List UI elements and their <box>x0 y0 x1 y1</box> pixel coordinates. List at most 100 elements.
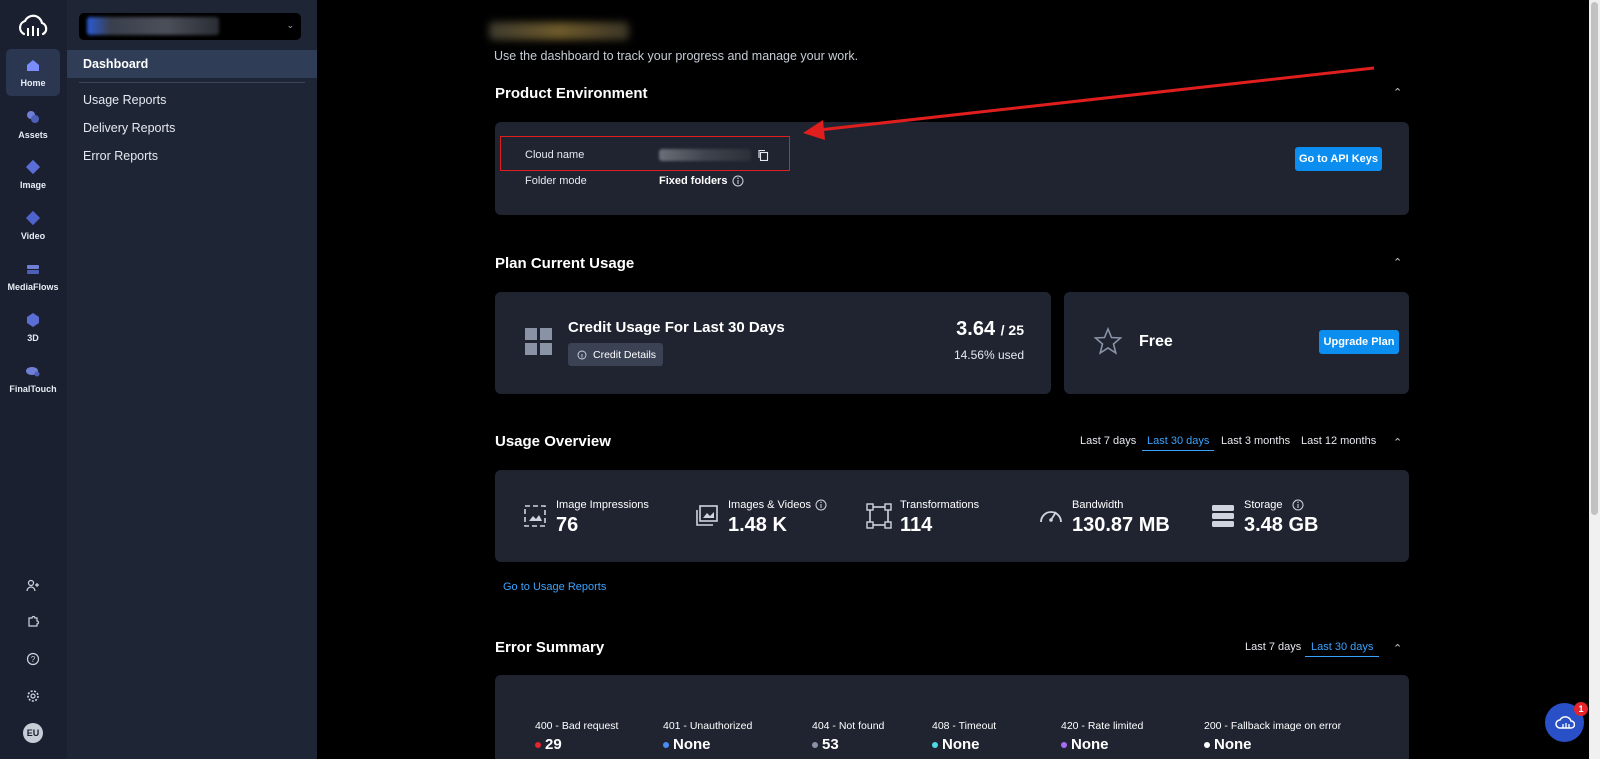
error-label: 401 - Unauthorized <box>663 720 753 732</box>
range-tab-30-days[interactable]: Last 30 days <box>1305 641 1380 657</box>
collapse-chevron-icon[interactable]: ⌃ <box>1393 642 1402 655</box>
sidebar-item-dashboard[interactable]: Dashboard <box>67 50 317 78</box>
credit-details-button[interactable]: Credit Details <box>568 343 663 366</box>
usage-overview-card: Image Impressions 76 Images & Videos 1.4… <box>495 470 1409 562</box>
range-tab-7-days[interactable]: Last 7 days <box>1080 435 1136 450</box>
rail-item-label: Video <box>20 231 46 241</box>
info-icon <box>577 350 587 359</box>
cloud-chat-icon <box>1554 715 1575 729</box>
collapse-chevron-icon[interactable]: ⌃ <box>1393 86 1402 99</box>
sidebar-item-usage-reports[interactable]: Usage Reports <box>83 93 166 107</box>
error-label: 400 - Bad request <box>535 720 619 732</box>
error-item-408: 408 - Timeout None <box>932 720 996 753</box>
info-icon[interactable] <box>732 175 744 187</box>
status-dot <box>663 741 669 748</box>
page-scrollbar[interactable] <box>1589 0 1600 759</box>
plan-name: Free <box>1139 333 1173 350</box>
rail-item-image[interactable]: Image <box>6 151 60 198</box>
rail-item-label: MediaFlows <box>7 282 59 292</box>
mediaflows-icon <box>27 265 39 274</box>
rail-item-home[interactable]: Home <box>6 49 60 96</box>
page-subtitle: Use the dashboard to track your progress… <box>494 49 859 63</box>
status-dot <box>1061 741 1067 748</box>
svg-text:?: ? <box>31 655 36 664</box>
credit-used-value: 3.64 / 25 <box>956 318 1024 341</box>
environment-selector[interactable]: ⌄ <box>79 13 301 40</box>
error-summary-title: Error Summary <box>495 639 605 656</box>
sidebar-item-error-reports[interactable]: Error Reports <box>83 149 158 163</box>
error-value: 29 <box>545 736 562 753</box>
puzzle-icon[interactable] <box>23 612 43 632</box>
rail-item-label: Home <box>20 78 46 88</box>
storage-icon <box>1212 505 1234 527</box>
usage-overview-title: Usage Overview <box>495 433 611 450</box>
scrollbar-thumb[interactable] <box>1591 2 1598 515</box>
sidebar-item-delivery-reports[interactable]: Delivery Reports <box>83 121 175 135</box>
annotation-highlight-box <box>500 136 790 171</box>
rail-item-mediaflows[interactable]: MediaFlows <box>6 253 60 300</box>
finaltouch-icon <box>26 367 40 377</box>
metric-value: 76 <box>556 514 579 536</box>
credit-usage-title: Credit Usage For Last 30 Days <box>568 319 785 336</box>
sidebar-item-label: Dashboard <box>83 57 149 71</box>
error-value: None <box>1071 736 1109 753</box>
cloudinary-logo-icon[interactable] <box>16 14 50 40</box>
image-impressions-icon <box>524 505 546 527</box>
transformations-icon <box>866 503 892 529</box>
metric-label: Transformations <box>900 499 980 511</box>
rail-item-finaltouch[interactable]: FinalTouch <box>6 355 60 402</box>
collapse-chevron-icon[interactable]: ⌃ <box>1393 436 1402 449</box>
error-label: 200 - Fallback image on error <box>1204 720 1342 732</box>
upgrade-plan-button[interactable]: Upgrade Plan <box>1319 330 1399 354</box>
error-item-400: 400 - Bad request 29 <box>535 720 618 753</box>
divider <box>79 82 305 83</box>
star-icon <box>1094 327 1122 355</box>
help-icon[interactable]: ? <box>23 649 43 669</box>
metric-value: 114 <box>900 514 933 536</box>
collapse-chevron-icon[interactable]: ⌃ <box>1393 256 1402 269</box>
images-videos-icon <box>696 505 718 526</box>
metric-value: 1.48 K <box>728 514 787 536</box>
range-tab-7-days[interactable]: Last 7 days <box>1245 641 1301 656</box>
add-user-icon[interactable] <box>23 576 43 596</box>
error-label: 420 - Rate limited <box>1061 720 1144 732</box>
image-icon <box>25 159 41 175</box>
speedometer-icon <box>1040 511 1062 523</box>
metric-value: 130.87 MB <box>1072 514 1170 536</box>
user-avatar[interactable]: EU <box>23 723 43 743</box>
go-to-api-keys-button[interactable]: Go to API Keys <box>1295 147 1382 171</box>
rail-item-assets[interactable]: Assets <box>6 101 60 148</box>
icon-rail: Home Assets Image Video MediaFlows 3D Fi… <box>0 0 67 759</box>
status-dot <box>1204 741 1210 748</box>
info-icon[interactable] <box>815 499 827 511</box>
settings-gear-icon[interactable] <box>23 686 43 706</box>
secondary-sidebar: ⌄ Dashboard Usage Reports Delivery Repor… <box>67 0 317 759</box>
error-item-404: 404 - Not found 53 <box>812 720 884 753</box>
range-tab-3-months[interactable]: Last 3 months <box>1221 435 1290 450</box>
range-tab-12-months[interactable]: Last 12 months <box>1301 435 1376 450</box>
video-icon <box>25 210 41 226</box>
rail-item-video[interactable]: Video <box>6 202 60 249</box>
rail-item-label: Image <box>19 180 46 190</box>
metric-label: Bandwidth <box>1072 499 1124 511</box>
status-dot <box>535 741 541 748</box>
status-dot <box>812 741 818 748</box>
error-label: 408 - Timeout <box>932 720 997 732</box>
grid-icon <box>525 328 552 355</box>
error-summary-card: 400 - Bad request 29 401 - Unauthorized … <box>495 675 1409 759</box>
rail-item-label: Assets <box>18 130 48 140</box>
rail-item-label: 3D <box>27 333 39 343</box>
error-item-420: 420 - Rate limited None <box>1061 720 1143 753</box>
metric-value: 3.48 GB <box>1244 514 1319 536</box>
app-window: Home Assets Image Video MediaFlows 3D Fi… <box>0 0 1600 759</box>
rail-item-3d[interactable]: 3D <box>6 304 60 351</box>
metric-label: Image Impressions <box>556 499 649 511</box>
range-tab-30-days[interactable]: Last 30 days <box>1142 435 1215 451</box>
metric-label: Storage <box>1244 499 1283 511</box>
go-to-usage-reports-link[interactable]: Go to Usage Reports <box>503 581 606 593</box>
info-icon[interactable] <box>1292 499 1304 511</box>
status-dot <box>932 741 938 748</box>
credits-used: 3.64 <box>956 318 996 340</box>
folder-mode-label: Folder mode <box>525 175 587 187</box>
error-label: 404 - Not found <box>812 720 885 732</box>
